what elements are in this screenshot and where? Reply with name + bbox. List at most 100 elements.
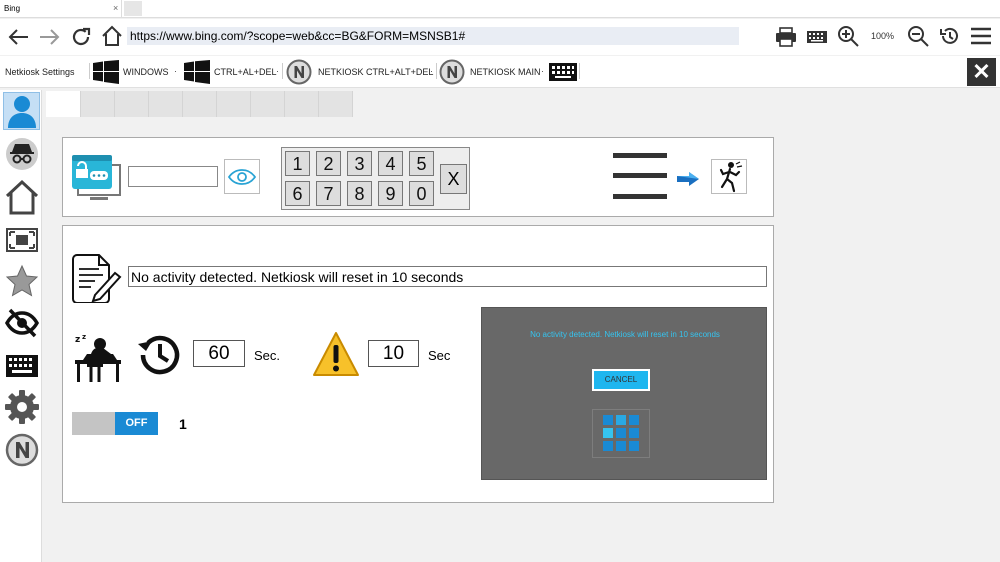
- page-tab-8[interactable]: [285, 91, 319, 117]
- running-man-icon: [719, 161, 743, 193]
- incognito-icon: [5, 138, 38, 170]
- netkiosk-settings-label[interactable]: Netkiosk Settings: [5, 67, 75, 77]
- toggle-track: [72, 412, 115, 435]
- tab-title: Bing: [4, 4, 21, 13]
- toolbar-divider: [89, 63, 90, 79]
- sidebar-item-hide[interactable]: [3, 304, 40, 342]
- numpad-clear-button[interactable]: X: [440, 164, 467, 194]
- tab-close-button[interactable]: ×: [113, 0, 118, 17]
- fullscreen-icon: [5, 228, 38, 252]
- eye-icon: [228, 168, 256, 185]
- toolbar-dot: ·: [541, 66, 544, 76]
- hamburger-menu-icon[interactable]: [613, 153, 667, 204]
- idle-timeout-unit: Sec.: [254, 348, 281, 363]
- warning-countdown-unit: Sec: [428, 348, 451, 363]
- url-field[interactable]: https://www.bing.com/?scope=web&cc=BG&FO…: [127, 27, 739, 45]
- toolbar-dot: ·: [174, 66, 177, 76]
- netkiosk-main-logo-icon[interactable]: [439, 59, 465, 90]
- page-tab-7[interactable]: [251, 91, 285, 117]
- ctrl-alt-del-button[interactable]: CTRL+AL+DEL: [214, 67, 277, 77]
- print-icon[interactable]: [774, 25, 798, 49]
- zoom-in-icon[interactable]: [836, 24, 860, 48]
- tab-bar: Bing ×: [0, 0, 1000, 18]
- inactivity-count: 1: [179, 416, 187, 432]
- numpad-key-7[interactable]: 7: [316, 181, 341, 206]
- toolbar-divider: [436, 63, 437, 79]
- toggle-state-label: OFF: [115, 412, 158, 435]
- numpad-key-4[interactable]: 4: [378, 151, 403, 176]
- refresh-icon[interactable]: [69, 25, 93, 49]
- numpad-key-3[interactable]: 3: [347, 151, 372, 176]
- windows-button[interactable]: WINDOWS: [123, 67, 169, 77]
- warning-countdown-input[interactable]: 10: [368, 340, 419, 367]
- sidebar-item-settings[interactable]: [3, 388, 40, 426]
- numpad-key-5[interactable]: 5: [409, 151, 434, 176]
- menu-icon[interactable]: [969, 24, 993, 48]
- page-tab-9[interactable]: [319, 91, 353, 117]
- warning-icon: [312, 331, 360, 382]
- page-tab-2[interactable]: [81, 91, 115, 117]
- timer-history-icon: [135, 332, 183, 383]
- onscreen-keyboard-icon[interactable]: [549, 63, 577, 86]
- netkiosk-window: Bing × https://www.bing.com/?scope=web&c…: [0, 0, 1000, 562]
- numpad-key-8[interactable]: 8: [347, 181, 372, 206]
- home-page-icon: [5, 179, 38, 215]
- numpad-key-1[interactable]: 1: [285, 151, 310, 176]
- edit-document-icon: [71, 253, 123, 308]
- sleeping-at-desk-icon: zz: [73, 332, 123, 387]
- home-icon[interactable]: [100, 24, 124, 48]
- new-tab-button[interactable]: [124, 1, 142, 16]
- inactivity-preview: No activity detected. Netkiosk will rese…: [481, 307, 767, 480]
- password-input[interactable]: [128, 166, 218, 187]
- sidebar-item-user[interactable]: [3, 92, 40, 130]
- toolbar-dot: ·: [276, 66, 279, 76]
- netkiosk-n-icon: [5, 433, 38, 467]
- eye-hidden-icon: [4, 308, 39, 338]
- keyboard-settings-icon: [5, 355, 38, 377]
- toolbar-divider: [579, 63, 580, 79]
- keyboard-icon[interactable]: [805, 25, 829, 49]
- idle-timeout-input[interactable]: 60: [193, 340, 245, 367]
- tab-bing[interactable]: Bing ×: [0, 0, 122, 17]
- loading-grid-icon: [592, 409, 650, 458]
- numpad-key-9[interactable]: 9: [378, 181, 403, 206]
- arrow-right-icon: [677, 172, 699, 191]
- netkiosk-logo-icon[interactable]: [286, 59, 312, 90]
- inactivity-message-input[interactable]: No activity detected. Netkiosk will rese…: [128, 266, 767, 287]
- numpad-key-6[interactable]: 6: [285, 181, 310, 206]
- preview-message: No activity detected. Netkiosk will rese…: [530, 330, 720, 339]
- gear-icon: [4, 390, 39, 424]
- page-tab-3[interactable]: [115, 91, 149, 117]
- inactivity-toggle[interactable]: OFF: [72, 412, 158, 435]
- star-icon: [5, 264, 38, 297]
- svg-text:z: z: [82, 333, 86, 341]
- netkiosk-main-button[interactable]: NETKIOSK MAIN: [470, 67, 541, 77]
- numpad-key-2[interactable]: 2: [316, 151, 341, 176]
- back-icon[interactable]: [6, 25, 30, 49]
- netkiosk-ctrl-alt-del-button[interactable]: NETKIOSK CTRL+ALT+DEL: [318, 67, 433, 77]
- page-tab-1[interactable]: [46, 91, 81, 117]
- sidebar-item-screen[interactable]: [3, 221, 40, 259]
- password-screen-icon: [72, 155, 122, 206]
- numpad-key-0[interactable]: 0: [409, 181, 434, 206]
- exit-kiosk-button[interactable]: [711, 159, 747, 194]
- page-tab-4[interactable]: [149, 91, 183, 117]
- svg-text:z: z: [75, 335, 80, 345]
- page-tab-6[interactable]: [217, 91, 251, 117]
- sidebar-item-favorites[interactable]: [3, 262, 40, 300]
- sidebar-item-privacy[interactable]: [3, 135, 40, 173]
- toolbar-dot: ·: [430, 66, 433, 76]
- close-button[interactable]: ✕: [967, 58, 996, 86]
- windows-ctrl-alt-del-icon[interactable]: [184, 60, 210, 89]
- forward-icon[interactable]: [38, 25, 62, 49]
- sidebar-item-netkiosk[interactable]: [3, 431, 40, 469]
- zoom-out-icon[interactable]: [906, 24, 930, 48]
- windows-icon[interactable]: [93, 60, 119, 89]
- show-password-button[interactable]: [224, 159, 260, 194]
- sidebar-item-home[interactable]: [3, 178, 40, 216]
- page-tab-5[interactable]: [183, 91, 217, 117]
- zoom-level: 100%: [871, 31, 895, 41]
- preview-cancel-button[interactable]: CANCEL: [592, 369, 650, 391]
- sidebar-item-keyboard[interactable]: [3, 347, 40, 385]
- history-icon[interactable]: [938, 24, 962, 48]
